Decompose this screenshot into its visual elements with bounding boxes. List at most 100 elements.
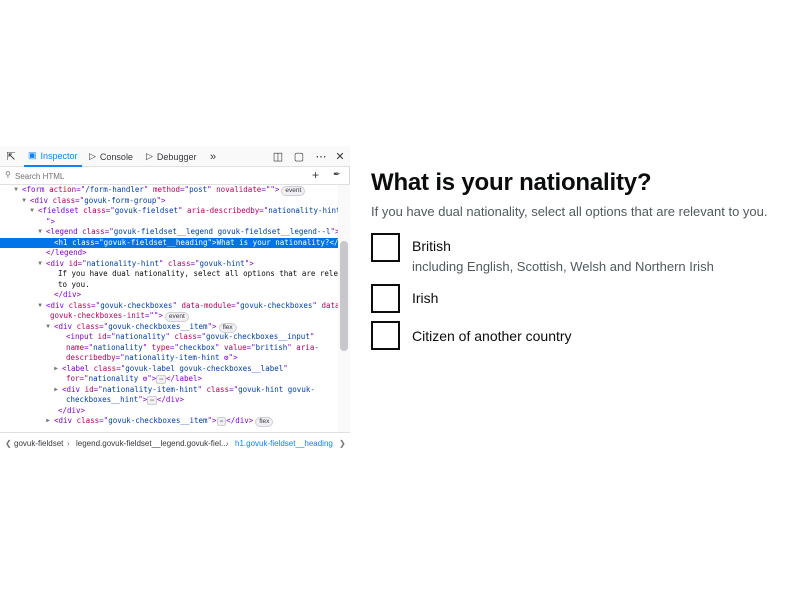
markup-token: " [283, 363, 288, 373]
markup-line[interactable]: ▶ <div class="govuk-checkboxes__item"> ⋯ </… [0, 416, 338, 427]
markup-line[interactable]: ▶ <div id="nationality-item-hint" class="… [0, 385, 338, 396]
expand-twisty-icon[interactable]: ▼ [36, 301, 44, 312]
expand-twisty-icon[interactable]: ▼ [12, 185, 20, 196]
checkbox-irish[interactable] [371, 284, 400, 313]
markup-line[interactable]: name="nationality" type="checkbox" value… [0, 343, 338, 354]
markup-line[interactable]: ▼ <fieldset class="govuk-fieldset" aria-d… [0, 206, 338, 217]
text-node: If you have dual nationality, select all… [58, 269, 338, 278]
markup-code: name="nationality" type="checkbox" value… [66, 343, 319, 354]
expand-twisty-icon[interactable]: ▼ [28, 206, 36, 217]
checkbox-label-other-country[interactable]: Citizen of another country [412, 327, 572, 345]
markup-line[interactable]: describedby="nationality-item-hint ⚙"> [0, 353, 338, 364]
markup-token: class [52, 195, 76, 205]
expand-twisty-icon[interactable]: ▼ [20, 196, 28, 207]
scrollbar-thumb[interactable] [340, 241, 348, 351]
markup-line[interactable]: checkboxes__hint"> ⋯ </div> [0, 395, 338, 406]
markup-token: =" [84, 342, 94, 352]
markup-code: <div class="govuk-checkboxes__item"> ⋯ </d… [54, 416, 274, 427]
expand-twisty-icon[interactable]: ▼ [36, 259, 44, 270]
checkbox-other-country[interactable] [371, 321, 400, 350]
collapse-twisty-icon[interactable]: ▶ [44, 416, 52, 427]
markup-code: </legend> [46, 248, 87, 259]
markup-line[interactable]: </div> [0, 406, 338, 417]
markup-token: <input [66, 332, 98, 341]
expand-twisty-icon[interactable]: ▼ [36, 227, 44, 238]
markup-line[interactable]: ▼ <div class="govuk-checkboxes__item"> fle… [0, 322, 338, 333]
markup-line[interactable]: to you. [0, 280, 338, 291]
flex-badge[interactable]: flex [218, 322, 237, 333]
event-badge[interactable]: event [164, 312, 189, 322]
breadcrumb-separator-icon: › [67, 439, 70, 448]
collapsed-children-button[interactable]: ⋯ [216, 417, 227, 426]
markup-code: If you have dual nationality, select all… [58, 269, 338, 280]
options-menu-icon[interactable]: ⋯ [313, 146, 329, 167]
markup-token: ⚙"> [138, 374, 157, 383]
markup-token: " [207, 185, 217, 194]
markup-line[interactable]: If you have dual nationality, select all… [0, 269, 338, 280]
markup-code: govuk-checkboxes-init=""> event [50, 311, 189, 322]
markup-line[interactable]: ▼ <div class="govuk-form-group"> [0, 196, 338, 207]
markup-token: govuk-checkboxes__input [205, 332, 310, 341]
markup-token: ⚙"> [219, 353, 238, 362]
event-badge[interactable]: event [281, 186, 306, 196]
markup-token: <div [30, 195, 53, 205]
markup-line[interactable]: ▶ <label class="govuk-label govuk-checkbo… [0, 364, 338, 375]
markup-token: nationality-hint [268, 206, 338, 215]
markup-line-selected[interactable]: <h1 class="govuk-fieldset__heading">What… [0, 237, 338, 248]
markup-line[interactable]: for="nationality ⚙"> ⋯ </label> [0, 374, 338, 385]
checkbox-british[interactable] [371, 233, 400, 262]
markup-line[interactable]: </legend> [0, 248, 338, 259]
breadcrumb-forward-icon[interactable]: ❯ [339, 439, 346, 448]
markup-line[interactable]: ▼ <div class="govuk-checkboxes" data-modu… [0, 301, 338, 312]
breadcrumb-back-icon[interactable]: ❮ [5, 439, 12, 448]
markup-token: nationality-item-hint [124, 353, 220, 362]
collapse-twisty-icon[interactable]: ▶ [52, 385, 60, 396]
markup-token: <div [46, 300, 69, 310]
checkbox-label-british[interactable]: British [412, 237, 451, 255]
search-html-input[interactable] [15, 169, 295, 183]
tab-inspector[interactable]: ▣ Inspector [24, 146, 82, 167]
markup-tree[interactable]: ▼ <form action="/form-handler" method="po… [0, 185, 338, 432]
markup-token: </div> [226, 416, 254, 425]
markup-token: =" [180, 185, 190, 194]
collapsed-children-button[interactable]: ⋯ [156, 375, 166, 384]
dock-icon[interactable]: ◫ [271, 146, 285, 167]
markup-line[interactable]: govuk-checkboxes-init=""> event [0, 311, 338, 322]
markup-line[interactable]: "> [0, 217, 338, 228]
pick-frame-icon[interactable]: ▢ [292, 146, 306, 167]
tab-debugger[interactable]: ▷ Debugger [146, 146, 196, 167]
markup-line[interactable]: ▼ <form action="/form-handler" method="po… [0, 185, 338, 196]
close-icon[interactable]: ✕ [333, 146, 347, 167]
checkbox-label-irish[interactable]: Irish [412, 289, 438, 307]
markup-token: " [158, 258, 168, 268]
markup-line[interactable]: ▼ <div id="nationality-hint" class="govuk… [0, 259, 338, 270]
markup-line[interactable]: </div> [0, 290, 338, 301]
breadcrumb-item[interactable]: legend.govuk-fieldset__legend.govuk-fiel… [76, 439, 228, 448]
markup-code: <form action="/form-handler" method="pos… [22, 185, 306, 196]
expand-twisty-icon[interactable]: ▼ [44, 322, 52, 333]
eyedropper-icon[interactable]: ✒ [333, 169, 341, 180]
markup-line[interactable]: <input id="nationality" class="govuk-che… [0, 332, 338, 343]
markup-code: "> [46, 217, 55, 228]
markup-token: <div [54, 321, 77, 331]
markup-token: =" [93, 384, 103, 394]
collapse-twisty-icon[interactable]: ▶ [52, 364, 60, 375]
tab-console[interactable]: ▷ Console [89, 146, 133, 167]
markup-token: =" [196, 332, 206, 341]
markup-line[interactable]: ▼ <legend class="govuk-fieldset__legend g… [0, 227, 338, 238]
more-tabs-icon[interactable]: » [206, 146, 220, 167]
debugger-icon: ▷ [146, 151, 153, 161]
breadcrumb: ❮ ❯ govuk-fieldset › legend.govuk-fieldset… [0, 432, 350, 454]
markup-token: </legend> [46, 248, 87, 257]
collapsed-children-button[interactable]: ⋯ [147, 396, 157, 405]
flex-badge[interactable]: flex [255, 417, 274, 427]
add-node-icon[interactable]: + [312, 168, 319, 182]
breadcrumb-item[interactable]: govuk-fieldset [14, 439, 63, 448]
markup-token: class [83, 206, 106, 215]
markup-scrollbar[interactable] [338, 185, 350, 432]
breadcrumb-item[interactable]: h1.govuk-fieldset__heading [235, 439, 333, 448]
element-picker-icon[interactable]: ⇱ [3, 146, 19, 167]
markup-code: <div id="nationality-hint" class="govuk-… [46, 259, 254, 270]
markup-token: " [287, 342, 297, 352]
markup-token: =" [259, 206, 269, 215]
